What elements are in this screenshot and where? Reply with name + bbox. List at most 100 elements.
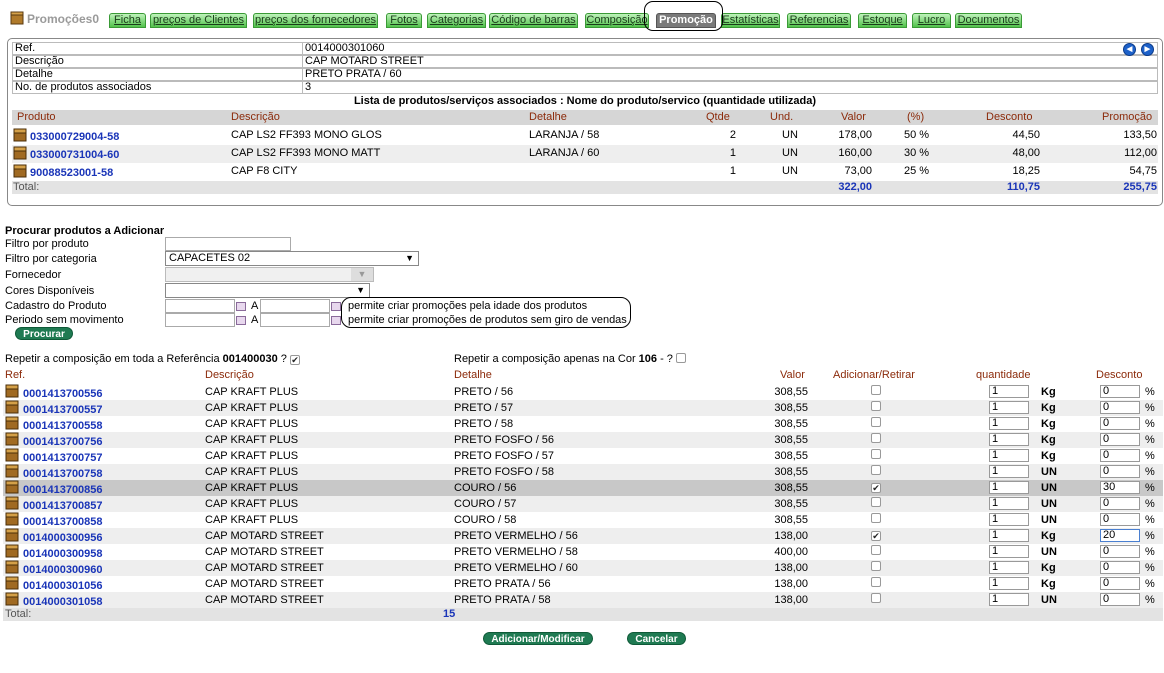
assoc-produto-link[interactable]: 90088523001-58 [30,167,113,179]
desconto-input[interactable]: 0 [1100,385,1140,398]
adicionar-checkbox[interactable] [871,385,881,395]
desconto-input[interactable]: 30 [1100,481,1140,494]
desconto-input[interactable]: 0 [1100,433,1140,446]
assoc-detalhe: LARANJA / 58 [529,129,600,141]
adicionar-checkbox[interactable]: ✔ [871,483,881,493]
tab-3[interactable]: Fotos [386,13,422,28]
adicionar-checkbox[interactable] [871,401,881,411]
cores-select[interactable]: ▼ [165,283,370,298]
adicionar-checkbox[interactable] [871,545,881,555]
tab-10[interactable]: Estoque [858,13,907,28]
result-ref-link[interactable]: 0014000301058 [23,596,103,608]
unit-label: Kg [1041,562,1056,574]
cancelar-button[interactable]: Cancelar [627,632,686,645]
result-ref-link[interactable]: 0001413700758 [23,468,103,480]
result-ref-link[interactable]: 0001413700558 [23,420,103,432]
result-ref-link[interactable]: 0014000300958 [23,548,103,560]
desconto-input[interactable]: 0 [1100,513,1140,526]
result-ref-link[interactable]: 0001413700757 [23,452,103,464]
desconto-input[interactable]: 0 [1100,465,1140,478]
tab-0[interactable]: Ficha [109,13,146,28]
desconto-input[interactable]: 0 [1100,401,1140,414]
adicionar-checkbox[interactable] [871,577,881,587]
desconto-input[interactable]: 0 [1100,577,1140,590]
calendar-icon[interactable] [331,316,341,325]
info-row-detalhe: Detalhe PRETO PRATA / 60 [12,68,1158,81]
pct-sign: % [1145,562,1155,574]
filtro-produto-input[interactable] [165,237,291,251]
adicionar-checkbox[interactable] [871,449,881,459]
tab-7[interactable]: Promoção [656,13,716,28]
result-ref-link[interactable]: 0001413700756 [23,436,103,448]
desconto-input[interactable]: 0 [1100,497,1140,510]
calendar-icon[interactable] [236,302,246,311]
next-icon[interactable]: ► [1141,43,1154,56]
quantidade-input[interactable]: 1 [989,401,1029,414]
calendar-icon[interactable] [236,316,246,325]
result-ref-link[interactable]: 0014000301056 [23,580,103,592]
quantidade-input[interactable]: 1 [989,577,1029,590]
quantidade-input[interactable]: 1 [989,449,1029,462]
quantidade-input[interactable]: 1 [989,593,1029,606]
result-ref-link[interactable]: 0001413700856 [23,484,103,496]
assoc-produto-link[interactable]: 033000731004-60 [30,149,119,161]
package-icon [5,576,19,590]
result-ref-link[interactable]: 0001413700858 [23,516,103,528]
quantidade-input[interactable]: 1 [989,465,1029,478]
tab-1[interactable]: preços de Clientes [150,13,247,28]
adicionar-checkbox[interactable] [871,433,881,443]
desconto-input[interactable]: 0 [1100,449,1140,462]
result-ref-link[interactable]: 0014000300956 [23,532,103,544]
assoc-produto-link[interactable]: 033000729004-58 [30,131,119,143]
desconto-input[interactable]: 0 [1100,545,1140,558]
adicionar-checkbox[interactable] [871,497,881,507]
tab-4[interactable]: Categorias [427,13,486,28]
tab-5[interactable]: Código de barras [489,13,578,28]
adicionar-modificar-button[interactable]: Adicionar/Modificar [483,632,593,645]
adicionar-checkbox[interactable] [871,561,881,571]
unit-label: Kg [1041,450,1056,462]
result-row: 0014000301058 CAP MOTARD STREET PRETO PRAT… [3,592,1163,608]
quantidade-input[interactable]: 1 [989,513,1029,526]
fornecedor-select[interactable]: ▼ [165,267,374,282]
desconto-input[interactable]: 0 [1100,593,1140,606]
tab-8[interactable]: Estatísticas [721,13,780,28]
desconto-input[interactable]: 20 [1100,529,1140,542]
adicionar-checkbox[interactable] [871,417,881,427]
categoria-select[interactable]: CAPACETES 02 ▼ [165,251,419,266]
repeat-ref-checkbox[interactable]: ✔ [289,355,300,365]
result-ref-link[interactable]: 0001413700557 [23,404,103,416]
tab-11[interactable]: Lucro [912,13,951,28]
adicionar-checkbox[interactable]: ✔ [871,531,881,541]
tab-6[interactable]: Composição [585,13,649,28]
quantidade-input[interactable]: 1 [989,481,1029,494]
quantidade-input[interactable]: 1 [989,433,1029,446]
quantidade-input[interactable]: 1 [989,385,1029,398]
desconto-input[interactable]: 0 [1100,417,1140,430]
quantidade-input[interactable]: 1 [989,417,1029,430]
quantidade-input[interactable]: 1 [989,529,1029,542]
adicionar-checkbox[interactable] [871,465,881,475]
cadastro-to-input[interactable] [260,299,330,313]
quantidade-input[interactable]: 1 [989,545,1029,558]
tab-9[interactable]: Referencias [787,13,851,28]
quantidade-input[interactable]: 1 [989,561,1029,574]
package-icon [5,432,19,446]
result-ref-link[interactable]: 0014000300960 [23,564,103,576]
periodo-to-input[interactable] [260,313,330,327]
assoc-desconto: 18,25 [1012,165,1040,177]
cadastro-from-input[interactable] [165,299,235,313]
tab-12[interactable]: Documentos [955,13,1022,28]
desconto-input[interactable]: 0 [1100,561,1140,574]
periodo-from-input[interactable] [165,313,235,327]
procurar-button[interactable]: Procurar [15,327,73,340]
prev-icon[interactable]: ◄ [1123,43,1136,56]
quantidade-input[interactable]: 1 [989,497,1029,510]
result-ref-link[interactable]: 0001413700556 [23,388,103,400]
adicionar-checkbox[interactable] [871,513,881,523]
adicionar-checkbox[interactable] [871,593,881,603]
calendar-icon[interactable] [331,302,341,311]
result-ref-link[interactable]: 0001413700857 [23,500,103,512]
repeat-cor-checkbox[interactable] [676,353,686,363]
tab-2[interactable]: preços dos fornecedores [253,13,378,28]
